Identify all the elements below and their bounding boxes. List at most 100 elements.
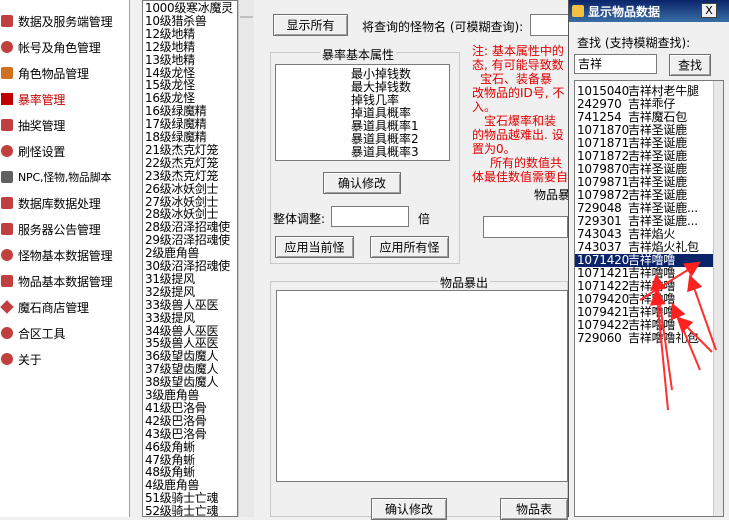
info-icon	[1, 353, 13, 365]
drop-list[interactable]	[276, 290, 568, 482]
monster-list-item[interactable]: 33级兽人巫医	[145, 298, 218, 312]
confirm-props-button[interactable]: 确认修改	[323, 172, 401, 194]
note-line: 态, 有可能导致数	[472, 58, 564, 72]
monster-list-item[interactable]: 41级巴洛骨	[145, 401, 207, 415]
monster-list-item[interactable]: 42级巴洛骨	[145, 414, 207, 428]
results-scrollbar[interactable]	[713, 81, 723, 516]
nav-label: 关于	[18, 352, 42, 367]
find-label: 查找 (支持模糊查找):	[577, 36, 691, 50]
nav-label: 刷怪设置	[18, 144, 66, 159]
item-drop-input[interactable]	[483, 216, 568, 238]
nav-label: 怪物基本数据管理	[18, 248, 113, 263]
tool-icon	[1, 327, 13, 339]
nav-item-merge-tool[interactable]: 合区工具	[0, 322, 129, 344]
drop-props-title: 暴率基本属性	[320, 46, 397, 63]
monster-list-item[interactable]: 31级提风	[145, 272, 195, 286]
nav-label: 魔石商店管理	[18, 300, 89, 315]
note-line: 宝石、装备暴	[480, 72, 553, 86]
nav-label: 抽奖管理	[18, 118, 66, 133]
announcement-icon	[1, 223, 13, 235]
monster-list-item[interactable]: 33级提风	[145, 311, 195, 325]
close-icon[interactable]: X	[701, 3, 717, 18]
drop-list-title: 物品暴出	[438, 274, 491, 291]
note-line: 置为0。	[472, 142, 516, 156]
nav-label: 合区工具	[18, 326, 66, 341]
monster-list-item[interactable]: 46级角蜥	[145, 440, 195, 454]
drop-rate-icon	[1, 93, 13, 105]
monster-list-item[interactable]: 52级骑士亡魂	[145, 505, 218, 516]
note-line: 的物品越难出. 设	[472, 128, 564, 142]
nav-item-account-role[interactable]: 帐号及角色管理	[0, 36, 129, 58]
monster-list-item[interactable]: 12级地精	[145, 40, 195, 54]
nav-item-lottery[interactable]: 抽奖管理	[0, 114, 129, 136]
items-icon	[1, 67, 13, 79]
prop-item[interactable]: 暴道具概率3	[351, 146, 419, 159]
spawn-icon	[1, 145, 13, 157]
lottery-icon	[1, 119, 13, 131]
item-data-dialog: 显示物品数据 X 查找 (支持模糊查找): 吉祥 查找 1015040 吉祥村老牛…	[568, 0, 729, 517]
monster-list-item[interactable]: 43级巴洛骨	[145, 427, 207, 441]
note-line: 入。	[472, 100, 497, 114]
result-id: 729060	[577, 331, 622, 345]
script-icon	[1, 171, 13, 183]
monster-list-item[interactable]: 23级杰克灯笼	[145, 169, 218, 183]
nav-label: 服务器公告管理	[18, 222, 101, 237]
note-line: 改物品的ID号, 不	[472, 86, 565, 100]
monster-list-item[interactable]: 22级杰克灯笼	[145, 156, 218, 170]
monster-list-item[interactable]: 26级冰妖剑士	[145, 182, 218, 196]
nav-item-gem-shop[interactable]: 魔石商店管理	[0, 296, 129, 318]
apply-current-button[interactable]: 应用当前怪	[275, 236, 354, 258]
nav-icon	[1, 15, 13, 27]
nav-item-monster-data[interactable]: 怪物基本数据管理	[0, 244, 129, 266]
result-name: 吉祥噜噜礼包	[628, 331, 699, 345]
nav-item-about[interactable]: 关于	[0, 348, 129, 370]
note-line: 所有的数值共	[490, 156, 563, 170]
monster-icon	[1, 249, 13, 261]
nav-item-database[interactable]: 数据库数据处理	[0, 192, 129, 214]
nav-label: 数据库数据处理	[18, 196, 101, 211]
scroll-thumb[interactable]	[240, 16, 253, 18]
nav-label: NPC,怪物,物品脚本	[18, 171, 112, 184]
monster-search-input[interactable]	[530, 14, 570, 36]
nav-label: 帐号及角色管理	[18, 40, 101, 55]
monster-list-item[interactable]: 13级地精	[145, 53, 195, 67]
show-all-button[interactable]: 显示所有	[273, 14, 348, 36]
note-line: 注: 基本属性中的	[472, 44, 564, 58]
monster-list-item[interactable]: 12级地精	[145, 27, 195, 41]
item-drop-label: 物品暴	[534, 188, 571, 202]
multiplier-label: 倍	[418, 212, 431, 226]
nav-label: 数据及服务端管理	[18, 14, 113, 29]
left-nav: 数据及服务端管理 帐号及角色管理 角色物品管理 暴率管理 抽奖管理 刷怪设置 N…	[0, 0, 130, 517]
person-icon	[1, 41, 13, 53]
item-search-input[interactable]: 吉祥	[574, 54, 657, 74]
drop-props-list[interactable]: 最小掉钱数 最大掉钱数 掉钱几率 掉道具概率 暴道具概率1 暴道具概率2 暴道具…	[275, 64, 450, 161]
monster-list-item[interactable]: 21级杰克灯笼	[145, 143, 218, 157]
nav-label: 物品基本数据管理	[18, 274, 113, 289]
nav-item-drop-rate[interactable]: 暴率管理	[0, 88, 129, 110]
find-button[interactable]: 查找	[669, 54, 711, 76]
monster-list[interactable]: 1000级寒冰魔灵 10级猎杀兽 12级地精 12级地精 13级地精 14级龙怪 15级龙怪…	[142, 0, 238, 517]
nav-item-scripts[interactable]: NPC,怪物,物品脚本	[0, 166, 129, 188]
nav-item-announcements[interactable]: 服务器公告管理	[0, 218, 129, 240]
note-line: 宝石爆率和装	[484, 114, 557, 128]
nav-label: 暴率管理	[18, 92, 66, 107]
nav-item-role-items[interactable]: 角色物品管理	[0, 62, 129, 84]
nav-label: 角色物品管理	[18, 66, 89, 81]
dialog-title: 显示物品数据	[588, 4, 661, 19]
result-row[interactable]: 729060 吉祥噜噜礼包	[575, 332, 715, 345]
item-data-icon	[1, 275, 13, 287]
overall-adjust-input[interactable]	[331, 206, 409, 227]
monster-list-item[interactable]: 32级提风	[145, 285, 195, 299]
overall-adjust-label: 整体调整:	[273, 212, 326, 226]
database-icon	[1, 197, 13, 209]
nav-item-spawn[interactable]: 刷怪设置	[0, 140, 129, 162]
nav-item-item-data[interactable]: 物品基本数据管理	[0, 270, 129, 292]
note-line: 体最佳数值需要自	[472, 170, 568, 184]
gem-icon	[0, 300, 14, 314]
app-icon	[572, 5, 584, 17]
nav-item-data-server[interactable]: 数据及服务端管理	[0, 10, 129, 32]
monster-list-item[interactable]: 10级猎杀兽	[145, 14, 207, 28]
monster-list-scrollbar[interactable]	[238, 0, 254, 517]
results-list[interactable]: 1015040 吉祥村老牛腿 242970 吉祥乖仔 741254 吉祥魔石包 107187…	[574, 80, 724, 517]
apply-all-button[interactable]: 应用所有怪	[370, 236, 449, 258]
